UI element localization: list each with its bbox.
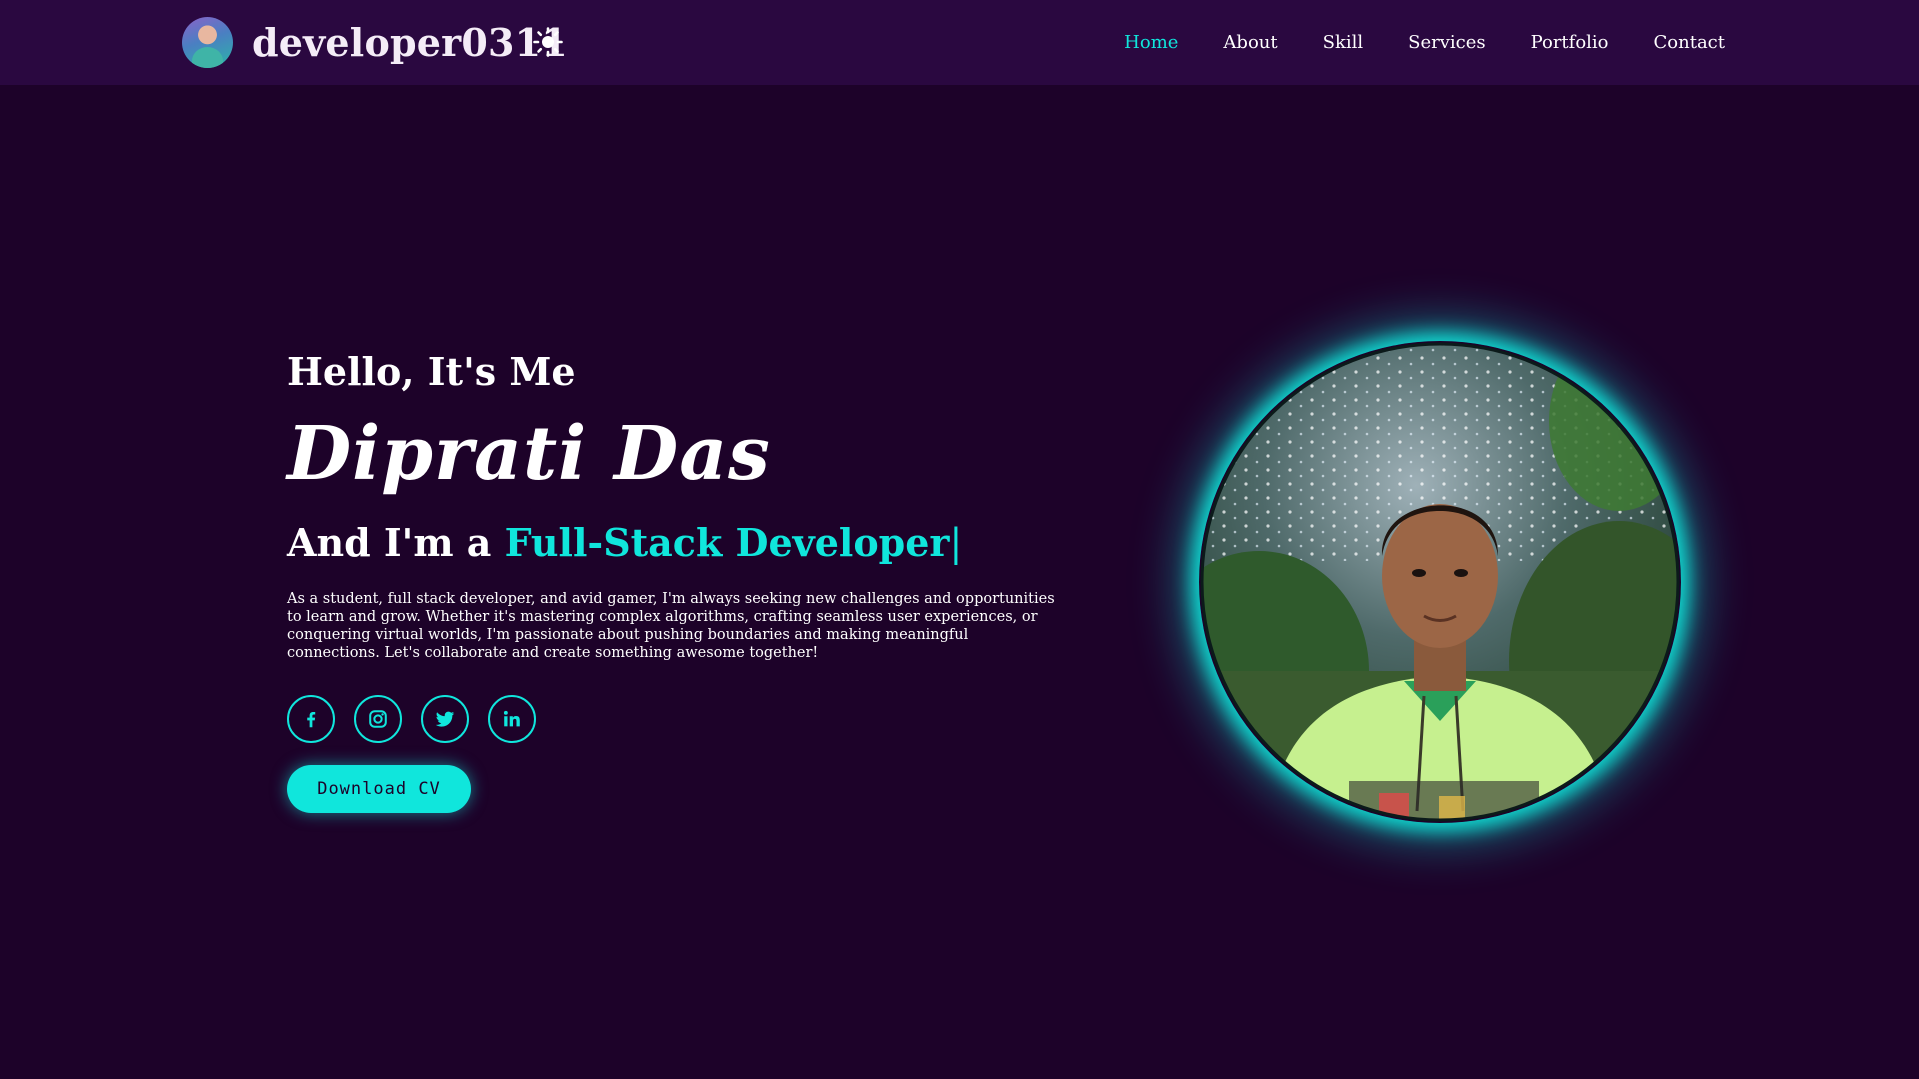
- hero-role: And I'm a Full-Stack Developer|: [287, 516, 1067, 570]
- hero-name: Diprati Das: [287, 411, 771, 497]
- twitter-icon: [435, 711, 455, 727]
- hero-content: Hello, It's Me Diprati Das And I'm a Ful…: [287, 346, 1067, 813]
- site-header: developer0311 Home About Skill Services …: [0, 0, 1919, 85]
- instagram-icon: [369, 710, 387, 728]
- facebook-icon: [307, 711, 316, 728]
- typing-caret: |: [949, 521, 963, 565]
- main-nav: Home About Skill Services Portfolio Cont…: [1079, 29, 1725, 57]
- instagram-link[interactable]: [354, 695, 402, 743]
- nav-contact[interactable]: Contact: [1654, 29, 1725, 57]
- nav-home[interactable]: Home: [1124, 29, 1178, 57]
- hero-bio: As a student, full stack developer, and …: [287, 591, 1055, 661]
- role-highlight: Full-Stack Developer: [504, 520, 950, 565]
- logo-avatar[interactable]: [182, 17, 233, 68]
- download-cv-button[interactable]: Download CV: [287, 765, 471, 813]
- linkedin-icon: [503, 710, 520, 727]
- nav-portfolio[interactable]: Portfolio: [1531, 29, 1609, 57]
- nav-about[interactable]: About: [1223, 29, 1277, 57]
- profile-photo-image: [1200, 342, 1680, 822]
- social-links: [287, 695, 1067, 743]
- linkedin-link[interactable]: [488, 695, 536, 743]
- sun-icon[interactable]: [532, 26, 564, 58]
- avatar-figure: [192, 47, 223, 68]
- profile-photo: [1199, 341, 1681, 823]
- role-prefix: And I'm a: [287, 520, 505, 565]
- nav-skill[interactable]: Skill: [1323, 29, 1364, 57]
- nav-services[interactable]: Services: [1408, 29, 1485, 57]
- twitter-link[interactable]: [421, 695, 469, 743]
- hero-greeting: Hello, It's Me: [287, 349, 576, 394]
- site-logo-text[interactable]: developer0311: [252, 18, 568, 68]
- facebook-link[interactable]: [287, 695, 335, 743]
